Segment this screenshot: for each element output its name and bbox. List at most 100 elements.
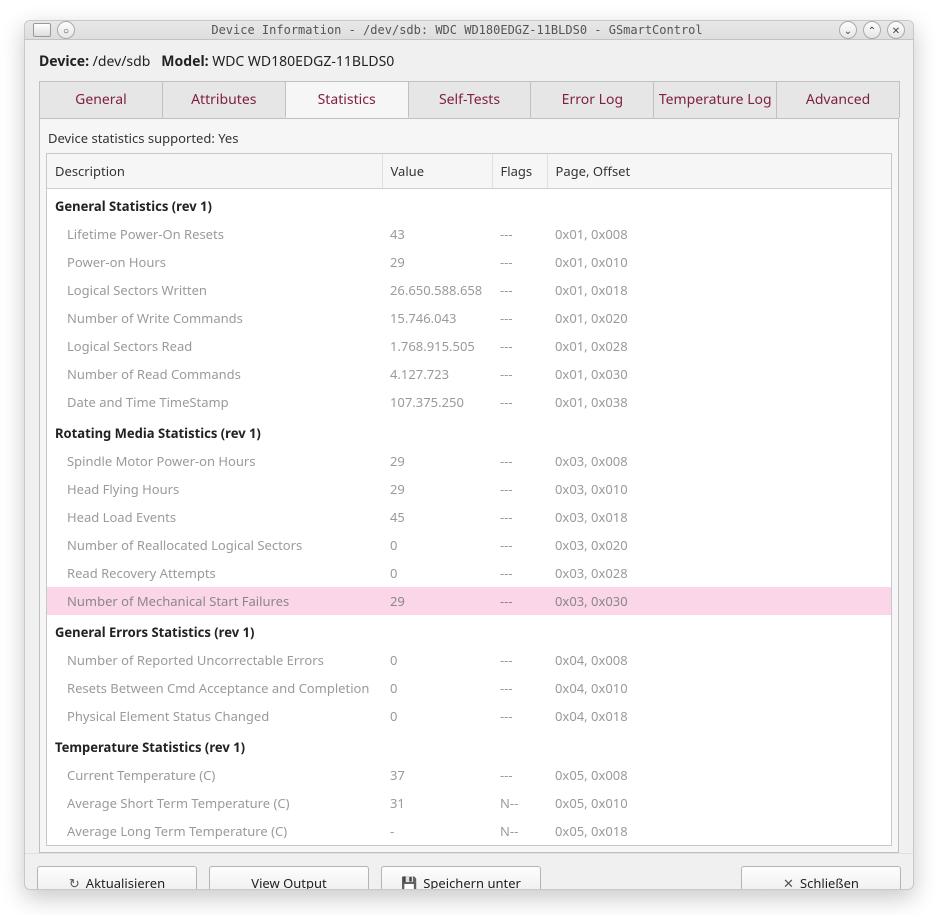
tab-attributes[interactable]: Attributes [162, 81, 286, 118]
table-row[interactable]: Number of Write Commands15.746.043---0x0… [47, 304, 891, 332]
col-description[interactable]: Description [47, 154, 382, 189]
cell-flags: --- [492, 646, 547, 674]
cell-description: Number of Write Commands [47, 304, 382, 332]
cell-description: Head Load Events [47, 503, 382, 531]
table-row[interactable]: Number of Read Commands4.127.723---0x01,… [47, 360, 891, 388]
cell-flags: --- [492, 220, 547, 248]
tab-statistics[interactable]: Statistics [285, 81, 409, 118]
group-title: Rotating Media Statistics (rev 1) [47, 416, 891, 447]
save-under-label: Speichern unter [423, 874, 521, 890]
cell-flags: --- [492, 388, 547, 416]
cell-description: Average Long Term Temperature (C) [47, 817, 382, 845]
tab-general[interactable]: General [39, 81, 163, 118]
cell-value: 37 [382, 761, 492, 789]
view-output-button[interactable]: View Output [209, 866, 369, 890]
cell-flags: --- [492, 702, 547, 730]
table-row[interactable]: Head Load Events45---0x03, 0x018 [47, 503, 891, 531]
group-title: Temperature Statistics (rev 1) [47, 730, 891, 761]
cell-description: Date and Time TimeStamp [47, 388, 382, 416]
cell-offset: 0x04, 0x010 [547, 674, 891, 702]
cell-value: - [382, 817, 492, 845]
table-row[interactable]: Date and Time TimeStamp107.375.250---0x0… [47, 388, 891, 416]
cell-description: Logical Sectors Written [47, 276, 382, 304]
close-window-button[interactable]: ✕ [887, 21, 905, 39]
cell-offset: 0x03, 0x030 [547, 587, 891, 615]
cell-offset: 0x05, 0x008 [547, 761, 891, 789]
titlebar: ○ Device Information - /dev/sdb: WDC WD1… [25, 21, 913, 40]
cell-flags: --- [492, 761, 547, 789]
chevron-down-icon: ⌄ [844, 23, 852, 37]
tab-error-log[interactable]: Error Log [530, 81, 654, 118]
statistics-table-wrap[interactable]: Description Value Flags Page, Offset Gen… [46, 153, 892, 846]
table-row[interactable]: Read Recovery Attempts0---0x03, 0x028 [47, 559, 891, 587]
col-value[interactable]: Value [382, 154, 492, 189]
table-row[interactable]: Physical Element Status Changed0---0x04,… [47, 702, 891, 730]
footer-buttons: ↻ Aktualisieren View Output 💾 Speichern … [25, 853, 913, 890]
cell-value: 29 [382, 587, 492, 615]
cell-offset: 0x04, 0x018 [547, 702, 891, 730]
table-row[interactable]: Current Temperature (C)37---0x05, 0x008 [47, 761, 891, 789]
tab-bar: GeneralAttributesStatisticsSelf-TestsErr… [39, 81, 899, 119]
table-row[interactable]: Number of Reported Uncorrectable Errors0… [47, 646, 891, 674]
close-icon: ✕ [892, 23, 900, 37]
table-row[interactable]: Average Long Term Temperature (C)-N--0x0… [47, 817, 891, 845]
model-value: WDC WD180EDGZ-11BLDS0 [212, 52, 394, 71]
cell-offset: 0x03, 0x018 [547, 503, 891, 531]
cell-value: 43 [382, 220, 492, 248]
cell-flags: N-- [492, 789, 547, 817]
cell-value: 0 [382, 646, 492, 674]
device-label: Device: [39, 52, 89, 71]
refresh-label: Aktualisieren [86, 874, 165, 890]
cell-flags: --- [492, 332, 547, 360]
cell-description: Number of Reported Uncorrectable Errors [47, 646, 382, 674]
cell-value: 107.375.250 [382, 388, 492, 416]
table-row[interactable]: Resets Between Cmd Acceptance and Comple… [47, 674, 891, 702]
cell-offset: 0x03, 0x028 [547, 559, 891, 587]
table-row[interactable]: Logical Sectors Read1.768.915.505---0x01… [47, 332, 891, 360]
cell-offset: 0x01, 0x010 [547, 248, 891, 276]
table-row[interactable]: Number of Reallocated Logical Sectors0--… [47, 531, 891, 559]
save-icon: 💾 [401, 874, 417, 890]
table-row[interactable]: Power-on Hours29---0x01, 0x010 [47, 248, 891, 276]
cell-offset: 0x01, 0x028 [547, 332, 891, 360]
cell-value: 0 [382, 674, 492, 702]
minimize-button[interactable]: ⌄ [839, 21, 857, 39]
cell-offset: 0x01, 0x008 [547, 220, 891, 248]
window-title: Device Information - /dev/sdb: WDC WD180… [81, 23, 833, 37]
cell-description: Lifetime Power-On Resets [47, 220, 382, 248]
cell-value: 26.650.588.658 [382, 276, 492, 304]
window-menu-button[interactable]: ○ [57, 21, 75, 39]
support-line: Device statistics supported: Yes [46, 125, 892, 153]
cell-offset: 0x03, 0x010 [547, 475, 891, 503]
col-offset[interactable]: Page, Offset [547, 154, 891, 189]
cell-description: Read Recovery Attempts [47, 559, 382, 587]
cell-flags: --- [492, 587, 547, 615]
cell-value: 0 [382, 531, 492, 559]
table-row[interactable]: Head Flying Hours29---0x03, 0x010 [47, 475, 891, 503]
tab-advanced[interactable]: Advanced [776, 81, 900, 118]
maximize-button[interactable]: ⌃ [863, 21, 881, 39]
tab-temperature-log[interactable]: Temperature Log [653, 81, 777, 118]
tab-self-tests[interactable]: Self-Tests [408, 81, 532, 118]
table-row[interactable]: Spindle Motor Power-on Hours29---0x03, 0… [47, 447, 891, 475]
col-flags[interactable]: Flags [492, 154, 547, 189]
device-header: Device: /dev/sdb Model: WDC WD180EDGZ-11… [39, 52, 899, 71]
close-button[interactable]: ✕ Schließen [741, 866, 901, 890]
cell-flags: --- [492, 304, 547, 332]
refresh-button[interactable]: ↻ Aktualisieren [37, 866, 197, 890]
table-row[interactable]: Logical Sectors Written26.650.588.658---… [47, 276, 891, 304]
table-row[interactable]: Average Short Term Temperature (C)31N--0… [47, 789, 891, 817]
statistics-table: Description Value Flags Page, Offset Gen… [47, 154, 891, 845]
cell-description: Power-on Hours [47, 248, 382, 276]
table-row[interactable]: Number of Mechanical Start Failures29---… [47, 587, 891, 615]
cell-flags: --- [492, 475, 547, 503]
cell-description: Number of Mechanical Start Failures [47, 587, 382, 615]
close-label: Schließen [800, 874, 859, 890]
cell-value: 1.768.915.505 [382, 332, 492, 360]
cell-value: 29 [382, 248, 492, 276]
cell-description: Current Temperature (C) [47, 761, 382, 789]
table-row[interactable]: Lifetime Power-On Resets43---0x01, 0x008 [47, 220, 891, 248]
close-icon: ✕ [783, 874, 794, 890]
save-under-button[interactable]: 💾 Speichern unter [381, 866, 541, 890]
cell-value: 0 [382, 702, 492, 730]
